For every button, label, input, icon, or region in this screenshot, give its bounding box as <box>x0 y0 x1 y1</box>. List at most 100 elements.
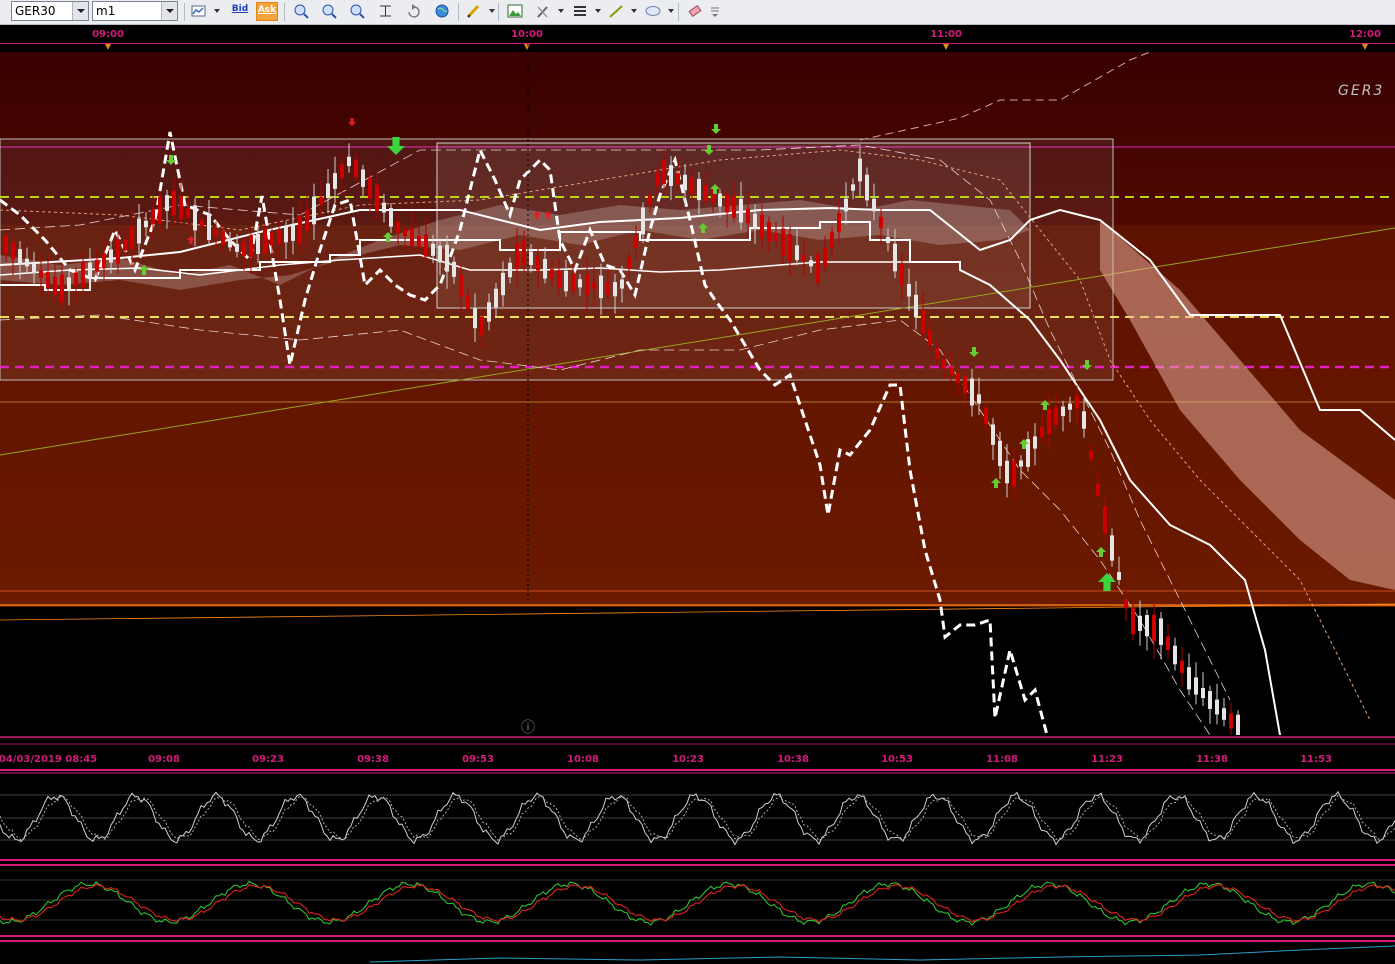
zoom-out-icon[interactable] <box>319 2 339 21</box>
candle-bull <box>326 183 330 199</box>
candle-bear <box>634 236 638 248</box>
bid-button[interactable]: Bid <box>229 2 251 21</box>
candle-bull <box>753 213 757 229</box>
candle-bear <box>186 208 190 218</box>
candle-bear <box>459 274 463 297</box>
candle-bear <box>1012 461 1016 487</box>
bottom-time-label: 04/03/2019 08:45 <box>0 754 97 765</box>
candle-bear <box>879 216 883 229</box>
candle-bull <box>445 244 449 272</box>
bottom-time-label: 10:38 <box>777 754 809 765</box>
candle-bear <box>417 235 421 247</box>
candle-bear <box>1229 713 1233 729</box>
price-chart[interactable]: 09:00 10:00 11:00 12:00 GER3 ⓘ 04/03/2019 0… <box>0 25 1395 964</box>
globe-icon[interactable] <box>432 2 452 21</box>
candle-bear <box>130 226 134 250</box>
more-options-icon[interactable] <box>708 2 728 21</box>
chart-type-icon[interactable] <box>189 2 209 21</box>
crosshair-icon[interactable] <box>376 2 396 21</box>
time-marker-icon <box>524 44 530 50</box>
candle-bear <box>410 228 414 247</box>
stochastic-panel[interactable] <box>0 775 1395 859</box>
candle-bear <box>1152 614 1156 642</box>
candle-bull <box>508 262 512 278</box>
candle-bear <box>921 310 925 334</box>
candle-bull <box>578 279 582 288</box>
candle-bear <box>928 329 932 346</box>
chevron-down-icon[interactable] <box>631 9 637 13</box>
candle-bull <box>1082 411 1086 429</box>
bottom-time-label: 09:38 <box>357 754 389 765</box>
timeframe-select[interactable]: m1 <box>92 1 178 21</box>
refresh-icon[interactable] <box>404 2 424 21</box>
image-icon[interactable] <box>505 2 525 21</box>
candle-bear <box>1054 407 1058 425</box>
chevron-down-icon[interactable] <box>558 9 564 13</box>
ask-button[interactable]: Ask <box>256 2 278 21</box>
candle-bear <box>1096 484 1100 496</box>
candle-bull <box>207 215 211 240</box>
chevron-down-icon[interactable] <box>668 9 674 13</box>
trendline-icon[interactable] <box>606 2 626 21</box>
chevron-down-icon[interactable] <box>489 9 495 13</box>
candle-bear <box>95 259 99 271</box>
candle-bear <box>592 282 596 289</box>
symbol-select[interactable]: GER30 <box>11 1 89 21</box>
macd-background <box>0 867 1395 934</box>
candle-bear <box>662 160 666 184</box>
chevron-down-icon[interactable] <box>161 2 177 20</box>
candle-bull <box>291 223 295 241</box>
lines-icon[interactable] <box>570 2 590 21</box>
bottom-time-label: 11:53 <box>1300 754 1332 765</box>
bottom-time-label: 11:08 <box>986 754 1018 765</box>
candle-bear <box>774 233 778 241</box>
ellipse-icon[interactable] <box>643 2 663 21</box>
autoscale-icon[interactable] <box>347 2 367 21</box>
time-marker-icon <box>105 44 111 50</box>
info-icon[interactable]: ⓘ <box>521 720 535 736</box>
pencil-icon[interactable] <box>464 2 484 21</box>
candle-bear <box>788 234 792 261</box>
candle-bear <box>522 240 526 266</box>
candle-bear <box>277 229 281 245</box>
candle-bear <box>403 229 407 237</box>
zoom-in-icon[interactable] <box>291 2 311 21</box>
toolbar-separator <box>678 3 679 21</box>
candle-bear <box>46 272 50 288</box>
candle-bull <box>1110 535 1114 561</box>
eraser-icon[interactable] <box>685 2 705 21</box>
candle-bear <box>984 407 988 425</box>
candle-bull <box>165 195 169 211</box>
candle-bull <box>991 424 995 445</box>
tools-icon[interactable] <box>533 2 553 21</box>
candle-bear <box>340 164 344 179</box>
chevron-down-icon[interactable] <box>72 2 88 20</box>
candle-bear <box>242 241 246 257</box>
candle-bull <box>1068 403 1072 410</box>
bottom-time-label: 11:38 <box>1196 754 1228 765</box>
candle-bear <box>627 257 631 269</box>
candle-bear <box>585 274 589 295</box>
candle-bear <box>123 239 127 251</box>
candle-bear <box>368 177 372 199</box>
toolbar-separator <box>284 3 285 21</box>
candle-bull <box>599 275 603 299</box>
candle-bear <box>963 376 967 394</box>
candle-bull <box>1138 615 1142 631</box>
toolbar-separator <box>458 3 459 21</box>
candle-bear <box>949 366 953 376</box>
candle-bear <box>60 274 64 303</box>
chevron-down-icon[interactable] <box>214 9 220 13</box>
candle-bear <box>270 232 274 246</box>
chevron-down-icon[interactable] <box>595 9 601 13</box>
candle-bull <box>361 169 365 187</box>
candle-bull <box>109 249 113 263</box>
bottom-time-label: 09:53 <box>462 754 494 765</box>
candle-bear <box>466 295 470 309</box>
macd-panel[interactable] <box>0 867 1395 934</box>
candle-bull <box>452 261 456 277</box>
candle-bear <box>725 194 729 213</box>
candle-bull <box>844 198 848 212</box>
candle-bear <box>830 231 834 249</box>
candle-bear <box>1166 636 1170 651</box>
